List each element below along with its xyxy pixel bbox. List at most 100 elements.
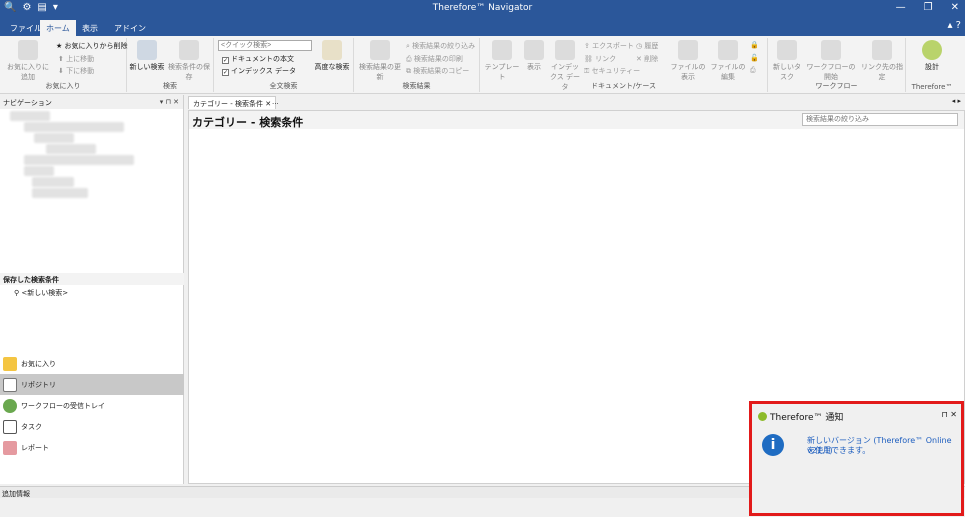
tab-more[interactable]: ... bbox=[268, 96, 283, 109]
magnifier-icon bbox=[137, 40, 157, 60]
file-edit-icon bbox=[718, 40, 738, 60]
new-task-button[interactable]: 新しいタスク bbox=[770, 40, 804, 82]
link-target-icon bbox=[872, 40, 892, 60]
nav-item-tasks[interactable]: タスク bbox=[0, 416, 184, 437]
group-label: Therefore™ bbox=[911, 83, 953, 91]
therefore-logo-icon bbox=[758, 412, 767, 421]
new-search-button[interactable]: 新しい検索 bbox=[129, 40, 165, 72]
page-title: カテゴリー - 検索条件 bbox=[192, 116, 304, 129]
link-target-button[interactable]: リンク先の指定 bbox=[860, 40, 904, 82]
navigation-pane: ナビゲーション ▾ ⊓ ✕ 保存した検索条件 ⚲ <新しい検索> お気に入り リ… bbox=[0, 95, 184, 484]
quick-search-input[interactable] bbox=[218, 40, 312, 51]
template-icon bbox=[492, 40, 512, 60]
filter-results-input[interactable] bbox=[802, 113, 958, 126]
ribbon-tabs: ファイル ホーム 表示 アドイン ▴ ? bbox=[0, 18, 965, 36]
move-up-button[interactable]: ⬆ 上に移動 bbox=[58, 54, 94, 64]
doc-body-checkbox[interactable]: ✓ ドキュメントの本文 bbox=[222, 54, 294, 64]
refresh-icon bbox=[370, 40, 390, 60]
info-icon: i bbox=[762, 434, 784, 456]
glasses-icon bbox=[524, 40, 544, 60]
view-button[interactable]: 表示 bbox=[522, 40, 546, 72]
clipboard-icon bbox=[3, 419, 17, 434]
group-label: 検索結果 bbox=[402, 82, 431, 90]
advanced-search-button[interactable]: 高度な検索 bbox=[314, 40, 350, 72]
help-icon[interactable]: ▴ ? bbox=[947, 20, 961, 31]
saved-searches-header: 保存した検索条件 bbox=[0, 273, 184, 285]
group-therefore: 設計 Therefore™ bbox=[906, 38, 958, 92]
task-icon bbox=[777, 40, 797, 60]
notification-popup: Therefore™ 通知 ⊓ ✕ i 新しいバージョン (Therefore™… bbox=[749, 401, 964, 516]
close-button[interactable]: ✕ bbox=[951, 2, 959, 13]
pane-controls[interactable]: ▾ ⊓ ✕ bbox=[160, 98, 179, 106]
notification-message-line2[interactable]: を使用できます。 bbox=[807, 445, 870, 456]
tab-addin[interactable]: アドイン bbox=[108, 20, 152, 36]
add-favorite-button[interactable]: お気に入りに追加 bbox=[4, 40, 52, 82]
file-edit-button[interactable]: ファイルの編集 bbox=[708, 40, 748, 82]
export-button[interactable]: ⇪ エクスポート bbox=[584, 41, 634, 51]
filter-results-button[interactable]: ⌕ 検索結果の絞り込み bbox=[406, 41, 475, 51]
delete-button[interactable]: ✕ 削除 bbox=[636, 54, 658, 64]
security-button[interactable]: ⚿ セキュリティー bbox=[584, 66, 640, 76]
group-label: 全文検索 bbox=[269, 82, 298, 90]
document-tabs: カテゴリー - 検索条件 ✕ ... ◂ ▸ bbox=[188, 95, 965, 109]
window-title: Therefore™ Navigator bbox=[432, 3, 533, 13]
workflow-icon bbox=[821, 40, 841, 60]
unlock-icon[interactable]: 🔓 bbox=[750, 54, 759, 62]
index-icon bbox=[555, 40, 575, 60]
saved-searches: 保存した検索条件 ⚲ <新しい検索> bbox=[0, 273, 184, 353]
tab-category-search[interactable]: カテゴリー - 検索条件 ✕ bbox=[188, 96, 277, 109]
star-icon bbox=[3, 356, 17, 371]
notification-controls[interactable]: ⊓ ✕ bbox=[942, 410, 958, 419]
group-label: 検索 bbox=[163, 82, 177, 90]
group-results: 検索結果の更新 ⌕ 検索結果の絞り込み ⎙ 検索結果の印刷 ⧉ 検索結果のコピー… bbox=[354, 38, 480, 92]
group-search: 新しい検索 検索条件の保存 検索 bbox=[127, 38, 214, 92]
group-favorites: お気に入りに追加 ★ お気に入りから削除 ⬆ 上に移動 ⬇ 下に移動 お気に入り bbox=[0, 38, 128, 92]
move-down-button[interactable]: ⬇ 下に移動 bbox=[58, 66, 94, 76]
group-label: ドキュメント/ケース bbox=[590, 82, 656, 90]
tab-home[interactable]: ホーム bbox=[40, 20, 76, 36]
ribbon: お気に入りに追加 ★ お気に入りから削除 ⬆ 上に移動 ⬇ 下に移動 お気に入り… bbox=[0, 36, 965, 94]
copy-results-button[interactable]: ⧉ 検索結果のコピー bbox=[406, 66, 469, 76]
template-button[interactable]: テンプレート bbox=[484, 40, 520, 82]
window-controls: — ❐ ✕ bbox=[896, 2, 959, 13]
notification-header: Therefore™ 通知 bbox=[758, 410, 843, 423]
star-plus-icon bbox=[18, 40, 38, 60]
nav-item-reports[interactable]: レポート bbox=[0, 437, 184, 458]
print-icon[interactable]: ⎙ bbox=[750, 66, 756, 75]
history-button[interactable]: ◷ 履歴 bbox=[636, 41, 658, 51]
nav-list: お気に入り リポジトリ ワークフローの受信トレイ タスク レポート bbox=[0, 353, 184, 458]
file-view-button[interactable]: ファイルの表示 bbox=[668, 40, 708, 82]
nav-item-repository[interactable]: リポジトリ bbox=[0, 374, 184, 395]
minimize-button[interactable]: — bbox=[896, 2, 906, 13]
design-icon bbox=[922, 40, 942, 60]
tab-view[interactable]: 表示 bbox=[76, 20, 104, 36]
az-icon bbox=[322, 40, 342, 60]
chart-icon bbox=[3, 440, 17, 455]
link-button[interactable]: ⛓ リンク bbox=[584, 54, 616, 64]
saved-search-item[interactable]: ⚲ <新しい検索> bbox=[0, 285, 184, 301]
group-label: お気に入り bbox=[45, 82, 81, 90]
design-button[interactable]: 設計 bbox=[914, 40, 950, 72]
remove-favorite-button[interactable]: ★ お気に入りから削除 bbox=[56, 41, 128, 51]
save-search-button[interactable]: 検索条件の保存 bbox=[165, 40, 213, 82]
title-bar: 🔍 ⚙ ▤ ▾ Therefore™ Navigator — ❐ ✕ bbox=[0, 0, 965, 18]
group-workflow: 新しいタスク ワークフローの開始 リンク先の指定 ワークフロー bbox=[768, 38, 906, 92]
repository-tree[interactable] bbox=[6, 111, 176, 211]
index-data-checkbox[interactable]: ✓ インデックス データ bbox=[222, 66, 296, 76]
document-header: カテゴリー - 検索条件 bbox=[189, 111, 964, 129]
group-label: ワークフロー bbox=[815, 82, 858, 90]
save-icon bbox=[179, 40, 199, 60]
nav-item-favorites[interactable]: お気に入り bbox=[0, 353, 184, 374]
print-results-button[interactable]: ⎙ 検索結果の印刷 bbox=[406, 54, 463, 64]
start-workflow-button[interactable]: ワークフローの開始 bbox=[804, 40, 858, 82]
update-results-button[interactable]: 検索結果の更新 bbox=[356, 40, 404, 82]
maximize-button[interactable]: ❐ bbox=[924, 2, 933, 13]
file-view-icon bbox=[678, 40, 698, 60]
repository-icon bbox=[3, 377, 17, 392]
nav-item-workflow-inbox[interactable]: ワークフローの受信トレイ bbox=[0, 395, 184, 416]
tab-scroll-arrows[interactable]: ◂ ▸ bbox=[952, 97, 961, 105]
navigation-header: ナビゲーション ▾ ⊓ ✕ bbox=[0, 95, 183, 109]
group-document-case: テンプレート 表示 インデックス データ ⇪ エクスポート ⛓ リンク ⚿ セキ… bbox=[480, 38, 768, 92]
workflow-inbox-icon bbox=[3, 398, 17, 413]
lock-icon[interactable]: 🔒 bbox=[750, 41, 759, 49]
